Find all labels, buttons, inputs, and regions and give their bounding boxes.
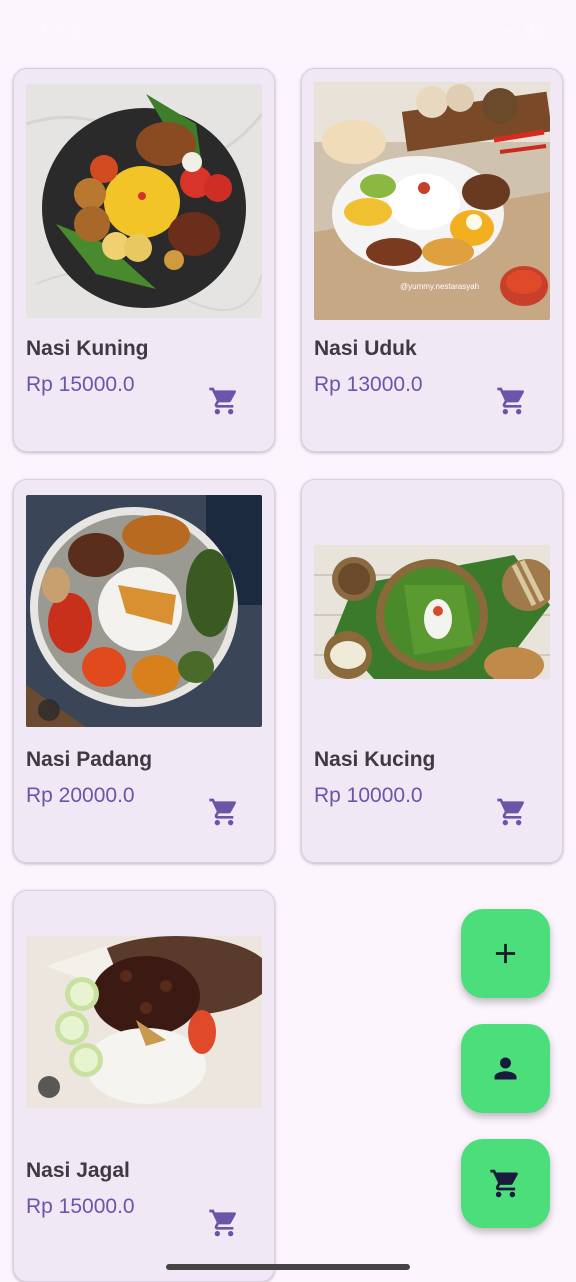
add-to-cart-icon[interactable] bbox=[208, 796, 240, 828]
gesture-nav-bar[interactable] bbox=[166, 1264, 410, 1270]
product-price: Rp 20000.0 bbox=[26, 784, 135, 807]
add-product-button[interactable] bbox=[461, 909, 550, 998]
product-card-nasi-padang[interactable]: Nasi Padang Rp 20000.0 bbox=[13, 479, 275, 863]
product-price: Rp 15000.0 bbox=[26, 1195, 135, 1218]
product-price: Rp 10000.0 bbox=[314, 784, 423, 807]
product-name: Nasi Kucing bbox=[314, 748, 436, 771]
product-image bbox=[26, 936, 262, 1108]
product-price: Rp 15000.0 bbox=[26, 373, 135, 396]
product-name: Nasi Uduk bbox=[314, 337, 417, 360]
product-card-nasi-uduk[interactable]: @yummy.nestarasyah Nasi Uduk Rp 13000.0 bbox=[301, 68, 563, 452]
product-image bbox=[26, 84, 262, 318]
product-image bbox=[314, 545, 550, 679]
add-icon bbox=[495, 943, 516, 964]
product-card-nasi-kuning[interactable]: Nasi Kuning Rp 15000.0 bbox=[13, 68, 275, 452]
cart-button[interactable] bbox=[461, 1139, 550, 1228]
person-icon bbox=[494, 1057, 517, 1080]
product-price: Rp 13000.0 bbox=[314, 373, 423, 396]
battery-icon: ▭ bbox=[499, 22, 524, 44]
product-card-nasi-jagal[interactable]: Nasi Jagal Rp 15000.0 bbox=[13, 890, 275, 1282]
status-bar: 5:53 ▭ 92 bbox=[0, 0, 576, 64]
product-name: Nasi Padang bbox=[26, 748, 153, 771]
lens-icon bbox=[38, 1076, 60, 1098]
image-caption: @yummy.nestarasyah bbox=[400, 282, 480, 291]
status-battery: ▭ 92 bbox=[499, 20, 546, 45]
status-time: 5:53 bbox=[42, 20, 83, 42]
battery-level: 92 bbox=[523, 22, 546, 44]
add-to-cart-icon[interactable] bbox=[208, 385, 240, 417]
lens-icon bbox=[38, 699, 60, 721]
product-image: @yummy.nestarasyah bbox=[314, 82, 550, 320]
add-to-cart-icon[interactable] bbox=[208, 1207, 240, 1239]
add-to-cart-icon[interactable] bbox=[496, 796, 528, 828]
cart-icon bbox=[490, 1169, 518, 1198]
product-name: Nasi Jagal bbox=[26, 1159, 130, 1182]
add-to-cart-icon[interactable] bbox=[496, 385, 528, 417]
product-card-nasi-kucing[interactable]: Nasi Kucing Rp 10000.0 bbox=[301, 479, 563, 863]
product-name: Nasi Kuning bbox=[26, 337, 149, 360]
profile-button[interactable] bbox=[461, 1024, 550, 1113]
product-image bbox=[26, 495, 262, 727]
